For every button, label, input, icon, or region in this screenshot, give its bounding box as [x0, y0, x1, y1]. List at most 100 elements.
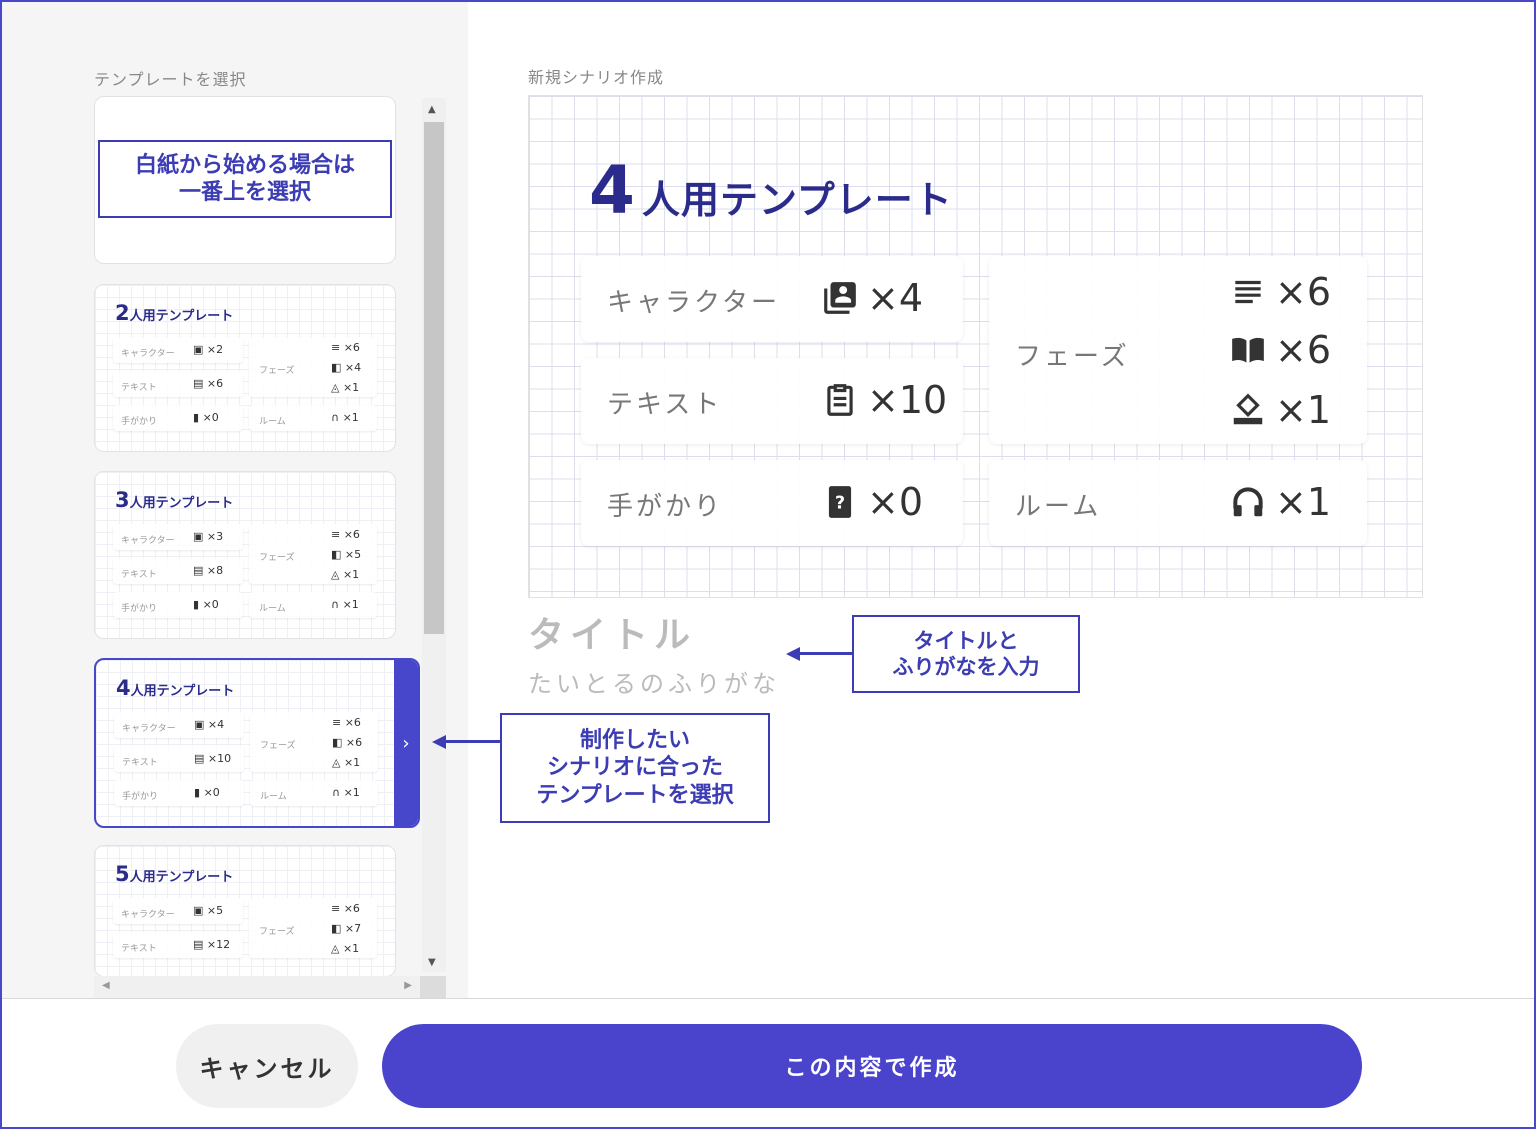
- book-icon: ▣: [193, 343, 204, 356]
- template-card-5[interactable]: 5人用テンプレート キャラクター ▣ ×5 テキスト ▤ ×12 フェーズ ≡ ×6 ◧ ×7…: [94, 845, 396, 977]
- kana-input[interactable]: たいとるのふりがな: [528, 664, 780, 699]
- sidebar-label: テンプレートを選択: [94, 70, 247, 89]
- vertical-scrollbar[interactable]: ▲ ▼: [422, 98, 446, 972]
- text-count: ×10: [867, 378, 948, 422]
- clipboard-icon: [827, 384, 853, 416]
- title-note: タイトルと ふりがなを入力: [852, 615, 1080, 693]
- template-card-2[interactable]: 2人用テンプレート キャラクター ▣ ×2 テキスト ▤ ×6 フェーズ ≡ ×6 ◧ ×4 ◬…: [94, 284, 396, 452]
- preview-text-box: テキスト ×10: [581, 358, 963, 444]
- template-card-title: 3人用テンプレート: [115, 488, 234, 512]
- template-card-4[interactable]: 4人用テンプレート キャラクター ▣ ×4 テキスト ▤ ×10 フェーズ ≡ ×6 ◧ ×6…: [94, 658, 420, 828]
- note-line: 白紙から始める場合は: [134, 152, 355, 178]
- mini-text-value: ▤ ×10: [194, 752, 232, 765]
- arrow-title-line: [798, 652, 854, 655]
- open-book-icon: ◧: [331, 922, 342, 935]
- headphones-icon: ∩: [331, 411, 340, 424]
- scroll-right-arrow[interactable]: ▶: [404, 980, 412, 991]
- preview-phase-box: フェーズ ×6 ×6 ×1: [989, 256, 1367, 444]
- mini-room-value: ∩ ×1: [332, 786, 360, 799]
- preview-title-text: 人用テンプレート: [641, 178, 953, 222]
- mini-text-value: ▤ ×12: [193, 938, 231, 951]
- mini-character-label: キャラクター: [121, 536, 175, 546]
- open-book-icon: ◧: [331, 548, 342, 561]
- book-icon: ▣: [193, 904, 204, 917]
- mini-character-value: ▣ ×2: [193, 343, 224, 356]
- mini-text-label: テキスト: [121, 944, 157, 954]
- headphones-icon: ∩: [332, 786, 341, 799]
- mini-text-label: テキスト: [122, 758, 158, 768]
- mini-phase-value: ≡ ×6: [331, 528, 360, 541]
- mini-phase-value: ◬ ×1: [332, 756, 361, 769]
- svg-text:?: ?: [835, 493, 845, 513]
- headphones-icon: ∩: [331, 598, 340, 611]
- vote-icon: ◬: [331, 568, 340, 581]
- mini-phase-value: ≡ ×6: [332, 716, 361, 729]
- lines-icon: ≡: [331, 528, 341, 541]
- preview-phase-value-3: ×1: [1229, 388, 1331, 432]
- phase-count-3: ×1: [1275, 388, 1332, 432]
- mini-clue-value: ▮ ×0: [194, 786, 220, 799]
- template-card-title: 4人用テンプレート: [116, 676, 235, 700]
- lines-icon: ≡: [331, 902, 341, 915]
- vote-icon: ◬: [332, 756, 341, 769]
- selected-chevron-icon[interactable]: ›: [394, 660, 418, 826]
- clipboard-icon: ▤: [193, 938, 204, 951]
- mini-text-label: テキスト: [121, 570, 157, 580]
- mini-room-label: ルーム: [259, 417, 286, 427]
- note-line: シナリオに合った: [546, 755, 723, 781]
- mini-clue-label: 手がかり: [122, 792, 159, 802]
- mini-character-value: ▣ ×5: [193, 904, 224, 917]
- blank-template-note: 白紙から始める場合は 一番上を選択: [98, 140, 392, 218]
- mini-phase-value: ◧ ×6: [332, 736, 363, 749]
- note-line: ふりがなを入力: [892, 655, 1040, 679]
- open-book-icon: ◧: [332, 736, 343, 749]
- preview-title-number: 4: [589, 152, 636, 229]
- clue-count: ×0: [867, 480, 924, 524]
- preview-title: 4 人用テンプレート: [589, 152, 953, 229]
- template-card-title: 2人用テンプレート: [115, 301, 234, 325]
- book-icon: ▣: [194, 718, 205, 731]
- mini-phase-value: ◧ ×7: [331, 922, 362, 935]
- preview-character-label: キャラクター: [607, 288, 780, 318]
- create-button[interactable]: この内容で作成: [382, 1024, 1362, 1108]
- lines-icon: [1235, 280, 1261, 304]
- mini-text-label: テキスト: [121, 383, 157, 393]
- lines-icon: ≡: [332, 716, 342, 729]
- open-book-icon: [1232, 337, 1264, 363]
- cancel-button[interactable]: キャンセル: [176, 1024, 358, 1108]
- mini-text-value: ▤ ×6: [193, 377, 224, 390]
- mini-character-label: キャラクター: [121, 349, 175, 359]
- mini-clue-value: ▮ ×0: [193, 598, 219, 611]
- preview-room-box: ルーム ×1: [989, 460, 1367, 546]
- preview-text-label: テキスト: [607, 390, 723, 420]
- mini-character-value: ▣ ×4: [194, 718, 225, 731]
- mini-character-label: キャラクター: [122, 724, 176, 734]
- scroll-left-arrow[interactable]: ◀: [102, 980, 110, 991]
- preview-room-value: ×1: [1229, 480, 1331, 524]
- scrollbar-thumb[interactable]: [424, 122, 444, 634]
- preview-character-value: ×4: [821, 276, 923, 320]
- mini-text-value: ▤ ×8: [193, 564, 224, 577]
- mini-room-value: ∩ ×1: [331, 411, 359, 424]
- preview-text-value: ×10: [821, 378, 947, 422]
- preview-clue-value: ? ×0: [821, 480, 923, 524]
- template-card-3[interactable]: 3人用テンプレート キャラクター ▣ ×3 テキスト ▤ ×8 フェーズ ≡ ×6 ◧ ×5 ◬…: [94, 471, 396, 639]
- mini-room-value: ∩ ×1: [331, 598, 359, 611]
- mini-phase-value: ◧ ×4: [331, 361, 362, 374]
- preview-room-label: ルーム: [1015, 492, 1102, 522]
- headphones-icon: [1233, 487, 1263, 517]
- clipboard-icon: ▤: [193, 564, 204, 577]
- horizontal-scrollbar[interactable]: ◀ ▶: [94, 976, 420, 998]
- title-input[interactable]: タイトル: [528, 606, 696, 658]
- mini-phase-value: ◬ ×1: [331, 568, 360, 581]
- arrow-template-line: [444, 740, 502, 743]
- preview-phase-label: フェーズ: [1015, 342, 1130, 372]
- mini-phase-value: ◬ ×1: [331, 381, 360, 394]
- scroll-up-arrow[interactable]: ▲: [428, 104, 436, 115]
- clipboard-icon: ▤: [194, 752, 205, 765]
- book-icon: ▣: [193, 530, 204, 543]
- mini-phase-label: フェーズ: [259, 927, 295, 937]
- mini-character-label: キャラクター: [121, 910, 175, 920]
- question-card-icon: ▮: [193, 598, 200, 611]
- scroll-down-arrow[interactable]: ▼: [428, 957, 436, 968]
